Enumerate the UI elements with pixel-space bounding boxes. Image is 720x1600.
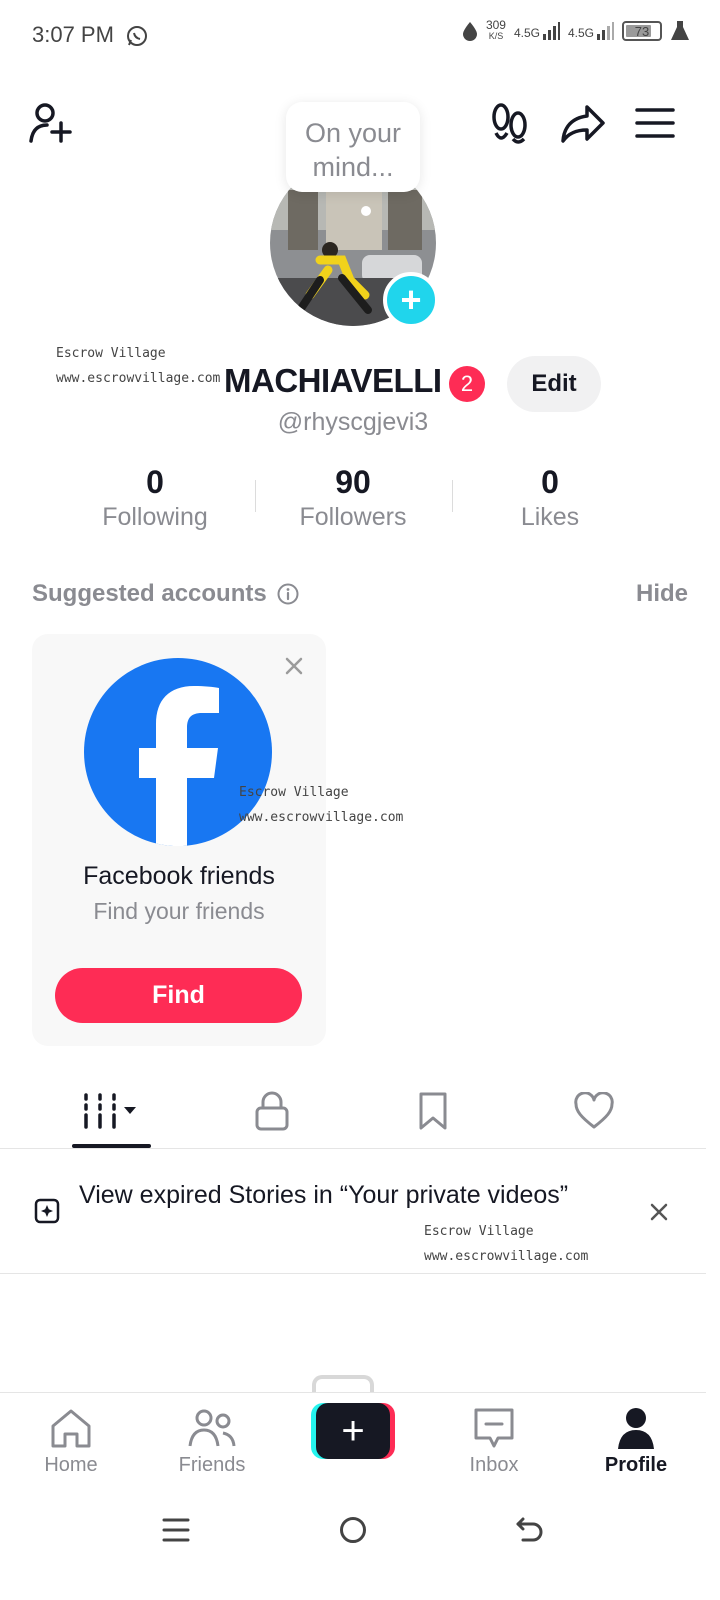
profile-handle: @rhyscgjevi3 xyxy=(277,408,429,436)
menu-lines-icon xyxy=(162,1518,190,1542)
nav-inbox-label: Inbox xyxy=(469,1454,519,1476)
on-your-mind-bubble[interactable]: On your mind... xyxy=(286,102,420,192)
watermark-line: www.escrowvillage.com xyxy=(56,371,221,386)
menu-button[interactable] xyxy=(630,98,680,148)
lock-icon xyxy=(255,1091,289,1131)
stat-followers[interactable]: 90 Followers xyxy=(255,462,451,532)
watermark-line: www.escrowvillage.com xyxy=(239,810,404,825)
heart-icon xyxy=(574,1092,614,1129)
whatsapp-icon xyxy=(126,25,148,47)
share-arrow-icon xyxy=(561,105,605,143)
home-system-button[interactable] xyxy=(333,1510,373,1550)
network-type-1: 4.5G xyxy=(513,26,540,40)
hamburger-menu-icon xyxy=(635,108,675,138)
facebook-friends-title: Facebook friends xyxy=(83,862,275,890)
signal-bars-icon xyxy=(542,22,560,40)
footprints-icon xyxy=(492,103,527,144)
status-icons: 309 K/S 4.5G 4.5G 73 xyxy=(462,18,690,42)
friends-icon xyxy=(188,1409,236,1447)
stat-likes[interactable]: 0 Likes xyxy=(452,462,648,532)
network-type-2: 4.5G xyxy=(567,26,594,40)
profile-icon xyxy=(618,1408,654,1449)
nav-home-label: Home xyxy=(44,1454,98,1476)
watermark: Escrow Village www.escrowvillage.com xyxy=(56,341,220,391)
tab-liked[interactable] xyxy=(554,1086,634,1136)
close-notice-button[interactable] xyxy=(648,1201,670,1223)
find-friends-button[interactable]: Find xyxy=(55,968,302,1023)
battery-level: 73 xyxy=(634,23,650,39)
profile-username: MACHIAVELLI xyxy=(224,362,442,399)
home-icon xyxy=(51,1409,91,1448)
stat-label: Likes xyxy=(520,503,580,531)
close-icon xyxy=(650,1203,668,1221)
add-story-button[interactable]: + xyxy=(383,272,439,328)
dismiss-card-button[interactable] xyxy=(282,654,306,678)
expired-stories-notice[interactable] xyxy=(0,1150,706,1274)
close-icon xyxy=(285,657,303,675)
battery-icon: 73 xyxy=(622,21,662,41)
recent-apps-button[interactable] xyxy=(156,1510,196,1550)
share-profile-button[interactable] xyxy=(558,98,608,148)
tab-private[interactable] xyxy=(232,1086,312,1136)
watermark-line: Escrow Village xyxy=(56,346,166,361)
watermark-line: Escrow Village xyxy=(424,1224,534,1239)
hide-suggestions-button[interactable]: Hide xyxy=(636,580,688,608)
stat-label: Following xyxy=(102,503,208,531)
flask-icon xyxy=(670,20,690,42)
stat-value: 0 xyxy=(146,464,164,500)
speed-unit: K/S xyxy=(488,31,504,41)
network-speed: 309 K/S xyxy=(485,18,506,42)
nav-friends-label: Friends xyxy=(178,1454,246,1476)
expired-stories-text: View expired Stories in “Your private vi… xyxy=(79,1181,569,1209)
suggested-accounts-title: Suggested accounts xyxy=(32,580,267,607)
status-time: 3:07 PM xyxy=(32,22,114,47)
circle-icon xyxy=(340,1517,366,1543)
watermark-line: www.escrowvillage.com xyxy=(424,1249,589,1264)
story-sparkle-icon xyxy=(32,1196,62,1226)
edit-profile-button[interactable]: Edit xyxy=(507,356,601,412)
nav-friends[interactable]: Friends xyxy=(152,1406,272,1477)
plus-icon: + xyxy=(400,279,422,320)
back-arrow-icon xyxy=(516,1517,543,1542)
tabs-divider xyxy=(0,1148,706,1149)
watermark: Escrow Village www.escrowvillage.com xyxy=(424,1219,588,1269)
signal-1: 4.5G xyxy=(514,22,560,40)
watermark-line: Escrow Village xyxy=(239,785,349,800)
suggested-accounts-header: Suggested accounts xyxy=(32,580,299,608)
stat-following[interactable]: 0 Following xyxy=(57,462,253,532)
create-button[interactable]: + xyxy=(311,1403,395,1459)
back-system-button[interactable] xyxy=(510,1510,550,1550)
signal-2: 4.5G xyxy=(568,22,614,40)
tab-videos[interactable] xyxy=(72,1086,152,1136)
nav-inbox[interactable]: Inbox xyxy=(434,1406,554,1477)
stat-label: Followers xyxy=(299,503,407,531)
nav-profile-label: Profile xyxy=(604,1454,668,1476)
bookmark-icon xyxy=(419,1092,447,1130)
add-friend-button[interactable] xyxy=(26,98,76,148)
plus-icon: + xyxy=(316,1403,390,1459)
nav-profile[interactable]: Profile xyxy=(576,1406,696,1477)
inbox-icon xyxy=(474,1408,514,1448)
grid-columns-icon xyxy=(84,1093,136,1129)
stat-value: 0 xyxy=(541,464,559,500)
data-saver-icon xyxy=(462,21,478,41)
speed-value: 309 xyxy=(485,18,506,32)
person-add-icon xyxy=(29,103,72,143)
nav-home[interactable]: Home xyxy=(11,1406,131,1477)
info-icon[interactable] xyxy=(277,583,299,605)
profile-views-button[interactable] xyxy=(485,98,535,148)
watermark: Escrow Village www.escrowvillage.com xyxy=(239,780,403,830)
stat-value: 90 xyxy=(335,464,371,500)
signal-bars-icon xyxy=(597,22,614,40)
tab-saved[interactable] xyxy=(393,1086,473,1136)
notification-badge[interactable]: 2 xyxy=(449,366,485,402)
facebook-friends-subtitle: Find your friends xyxy=(93,898,265,924)
bubble-tail xyxy=(361,206,371,216)
